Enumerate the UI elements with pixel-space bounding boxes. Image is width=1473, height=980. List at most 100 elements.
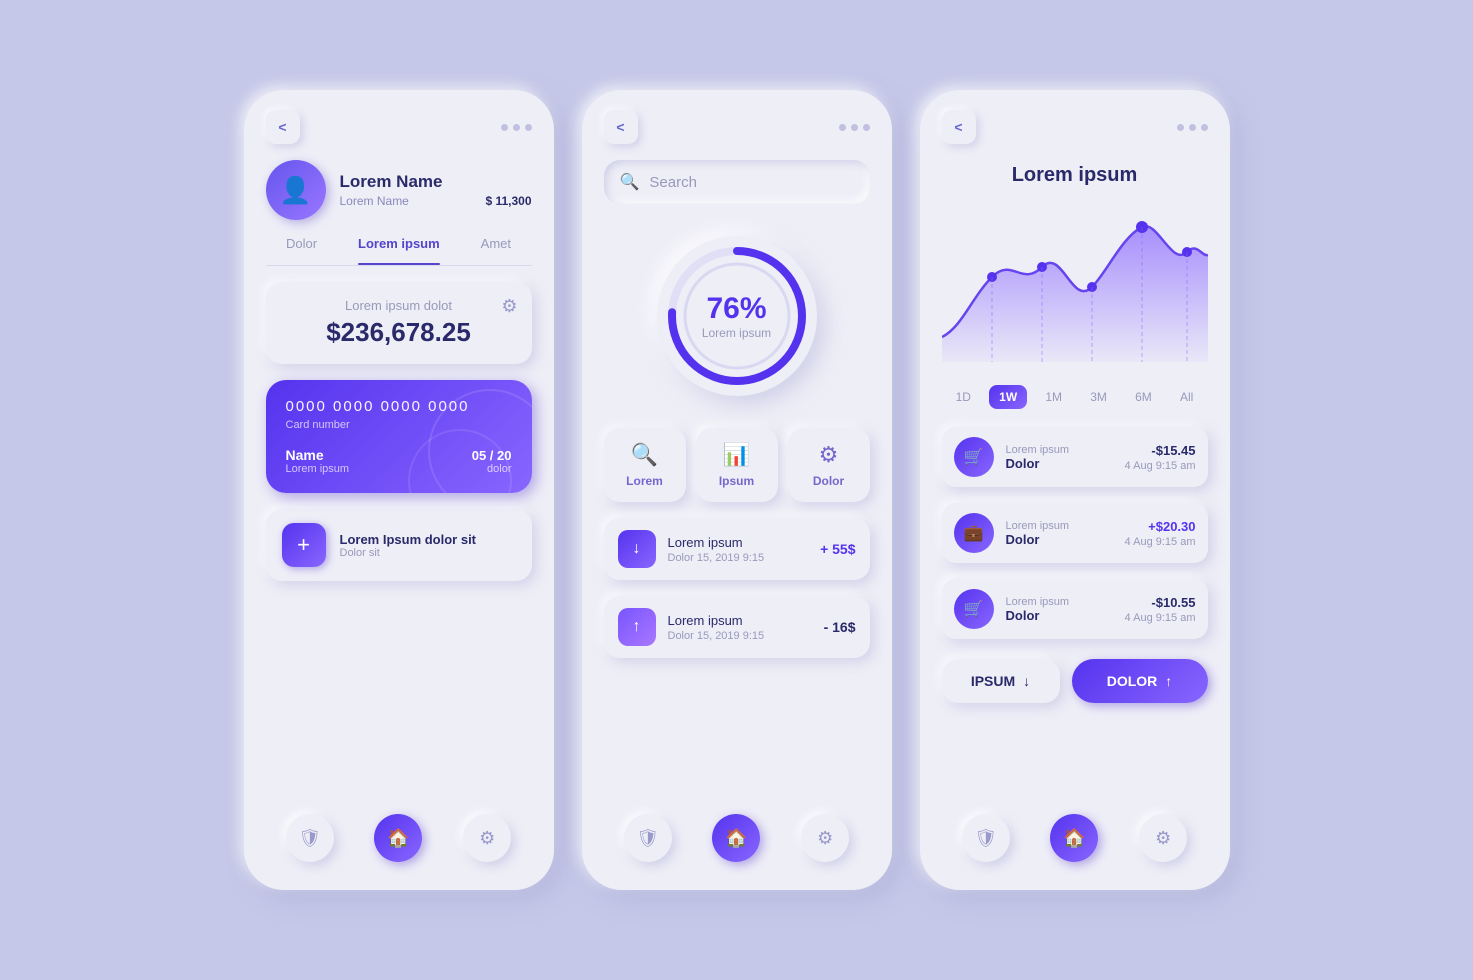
txn3-name-3: Dolor	[1006, 608, 1113, 623]
txn-amount-1: + 55$	[820, 541, 855, 557]
txn3-info-3: Lorem ipsum Dolor	[1006, 596, 1113, 623]
txn3-amount-2: +$20.30	[1125, 519, 1196, 534]
chart-svg	[942, 207, 1208, 367]
avatar-icon: 👤	[279, 175, 311, 206]
action-ipsum[interactable]: 📊 Ipsum	[696, 428, 778, 502]
add-row: + Lorem Ipsum dolor sit Dolor sit	[266, 509, 532, 581]
search-icon: 🔍	[620, 172, 640, 192]
dots-1	[501, 124, 532, 131]
txn3-amount-3: -$10.55	[1125, 595, 1196, 610]
back-button-1[interactable]: <	[266, 110, 300, 144]
txn-row-1: ↓ Lorem ipsum Dolor 15, 2019 9:15 + 55$	[604, 518, 870, 580]
screens-container: < 👤 Lorem Name Lorem Name $ 11,300 Dol	[244, 90, 1230, 890]
back-button-3[interactable]: <	[942, 110, 976, 144]
txn-icon-down: ↓	[618, 530, 656, 568]
back-button-2[interactable]: <	[604, 110, 638, 144]
nav-gear-1[interactable]: ⚙	[463, 814, 511, 862]
txn-main-1: Lorem ipsum Dolor 15, 2019 9:15	[668, 535, 809, 564]
txn3-name-2: Dolor	[1006, 532, 1113, 547]
txn-row-2: ↑ Lorem ipsum Dolor 15, 2019 9:15 - 16$	[604, 596, 870, 658]
dots-2	[839, 124, 870, 131]
action-lorem[interactable]: 🔍 Lorem	[604, 428, 686, 502]
txn3-sup-2: Lorem ipsum	[1006, 520, 1113, 532]
gear-icon[interactable]: ⚙	[501, 296, 517, 317]
profile-amount: $ 11,300	[485, 194, 531, 208]
txn3-icon-2: 💼	[954, 513, 994, 553]
time-tab-1m[interactable]: 1M	[1035, 385, 1072, 409]
card-bottom: Name Lorem ipsum 05 / 20 dolor	[286, 447, 512, 475]
screen-2: < 🔍 Search 76% Lorem ipsum	[582, 90, 892, 890]
progress-pct: 76%	[706, 292, 766, 326]
txn-icon-up: ↑	[618, 608, 656, 646]
action-dolor[interactable]: ⚙ Dolor	[788, 428, 870, 502]
bottom-nav-1: 🛡 🏠 ⚙	[266, 806, 532, 862]
bottom-nav-2: 🛡 🏠 ⚙	[604, 806, 870, 862]
time-tab-all[interactable]: All	[1170, 385, 1203, 409]
top-bar-3: <	[942, 110, 1208, 144]
nav-shield-3[interactable]: 🛡	[962, 814, 1010, 862]
ipsum-button[interactable]: IPSUM ↓	[942, 659, 1060, 703]
card-expiry-sub: dolor	[472, 463, 512, 475]
card-number-label: Card number	[286, 419, 512, 431]
screen-3: < Lorem ipsum	[920, 90, 1230, 890]
card-holder-sub: Lorem ipsum	[286, 463, 350, 475]
balance-label: Lorem ipsum dolot	[284, 298, 514, 313]
card-expiry: 05 / 20 dolor	[472, 448, 512, 475]
time-tab-1w[interactable]: 1W	[989, 385, 1027, 409]
profile-sub-name: Lorem Name	[340, 194, 409, 208]
txn3-amount-1: -$15.45	[1125, 443, 1196, 458]
time-tab-3m[interactable]: 3M	[1080, 385, 1117, 409]
avatar: 👤	[266, 160, 326, 220]
time-tab-1d[interactable]: 1D	[946, 385, 981, 409]
tab-lorem-ipsum[interactable]: Lorem ipsum	[358, 236, 440, 257]
txn-title-1: Lorem ipsum	[668, 535, 809, 550]
action-row: 🔍 Lorem 📊 Ipsum ⚙ Dolor	[604, 428, 870, 502]
time-tab-6m[interactable]: 6M	[1125, 385, 1162, 409]
txn3-row-3: 🛒 Lorem ipsum Dolor -$10.55 4 Aug 9:15 a…	[942, 579, 1208, 639]
add-text-sub: Dolor sit	[340, 547, 477, 559]
add-button[interactable]: +	[282, 523, 326, 567]
dot-2	[513, 124, 520, 131]
nav-home-2[interactable]: 🏠	[712, 814, 760, 862]
chart-action-icon: 📊	[723, 442, 750, 468]
action-dolor-label: Dolor	[813, 474, 844, 488]
ipsum-label: IPSUM	[971, 673, 1015, 689]
nav-shield-2[interactable]: 🛡	[624, 814, 672, 862]
txn3-right-2: +$20.30 4 Aug 9:15 am	[1125, 519, 1196, 548]
tab-dolor[interactable]: Dolor	[286, 236, 317, 257]
nav-gear-2[interactable]: ⚙	[801, 814, 849, 862]
progress-label: Lorem ipsum	[702, 326, 771, 340]
nav-home-1[interactable]: 🏠	[374, 814, 422, 862]
top-bar-1: <	[266, 110, 532, 144]
add-text: Lorem Ipsum dolor sit Dolor sit	[340, 532, 477, 559]
screen-1: < 👤 Lorem Name Lorem Name $ 11,300 Dol	[244, 90, 554, 890]
search-bar[interactable]: 🔍 Search	[604, 160, 870, 204]
bottom-nav-3: 🛡 🏠 ⚙	[942, 806, 1208, 862]
search-placeholder: Search	[649, 174, 697, 191]
txn3-right-1: -$15.45 4 Aug 9:15 am	[1125, 443, 1196, 472]
nav-home-3[interactable]: 🏠	[1050, 814, 1098, 862]
tab-amet[interactable]: Amet	[481, 236, 511, 257]
card-number: 0000 0000 0000 0000	[286, 398, 512, 415]
txn3-name-1: Dolor	[1006, 456, 1113, 471]
txn-date-2: Dolor 15, 2019 9:15	[668, 630, 812, 642]
add-text-main: Lorem Ipsum dolor sit	[340, 532, 477, 547]
txn-title-2: Lorem ipsum	[668, 613, 812, 628]
profile-info: Lorem Name Lorem Name $ 11,300	[340, 172, 532, 208]
top-bar-2: <	[604, 110, 870, 144]
action-ipsum-label: Ipsum	[719, 474, 754, 488]
txn3-date-3: 4 Aug 9:15 am	[1125, 612, 1196, 624]
bottom-btns: IPSUM ↓ DOLOR ↑	[942, 659, 1208, 703]
time-tabs: 1D 1W 1M 3M 6M All	[942, 385, 1208, 409]
chart-title: Lorem ipsum	[942, 160, 1208, 191]
txn-main-2: Lorem ipsum Dolor 15, 2019 9:15	[668, 613, 812, 642]
nav-gear-3[interactable]: ⚙	[1139, 814, 1187, 862]
card-holder: Name Lorem ipsum	[286, 447, 350, 475]
txn3-right-3: -$10.55 4 Aug 9:15 am	[1125, 595, 1196, 624]
nav-shield-1[interactable]: 🛡	[286, 814, 334, 862]
dolor-button[interactable]: DOLOR ↑	[1072, 659, 1208, 703]
txn3-sup-1: Lorem ipsum	[1006, 444, 1113, 456]
txn-date-1: Dolor 15, 2019 9:15	[668, 552, 809, 564]
chart-area	[942, 207, 1208, 367]
balance-amount: $236,678.25	[284, 317, 514, 348]
